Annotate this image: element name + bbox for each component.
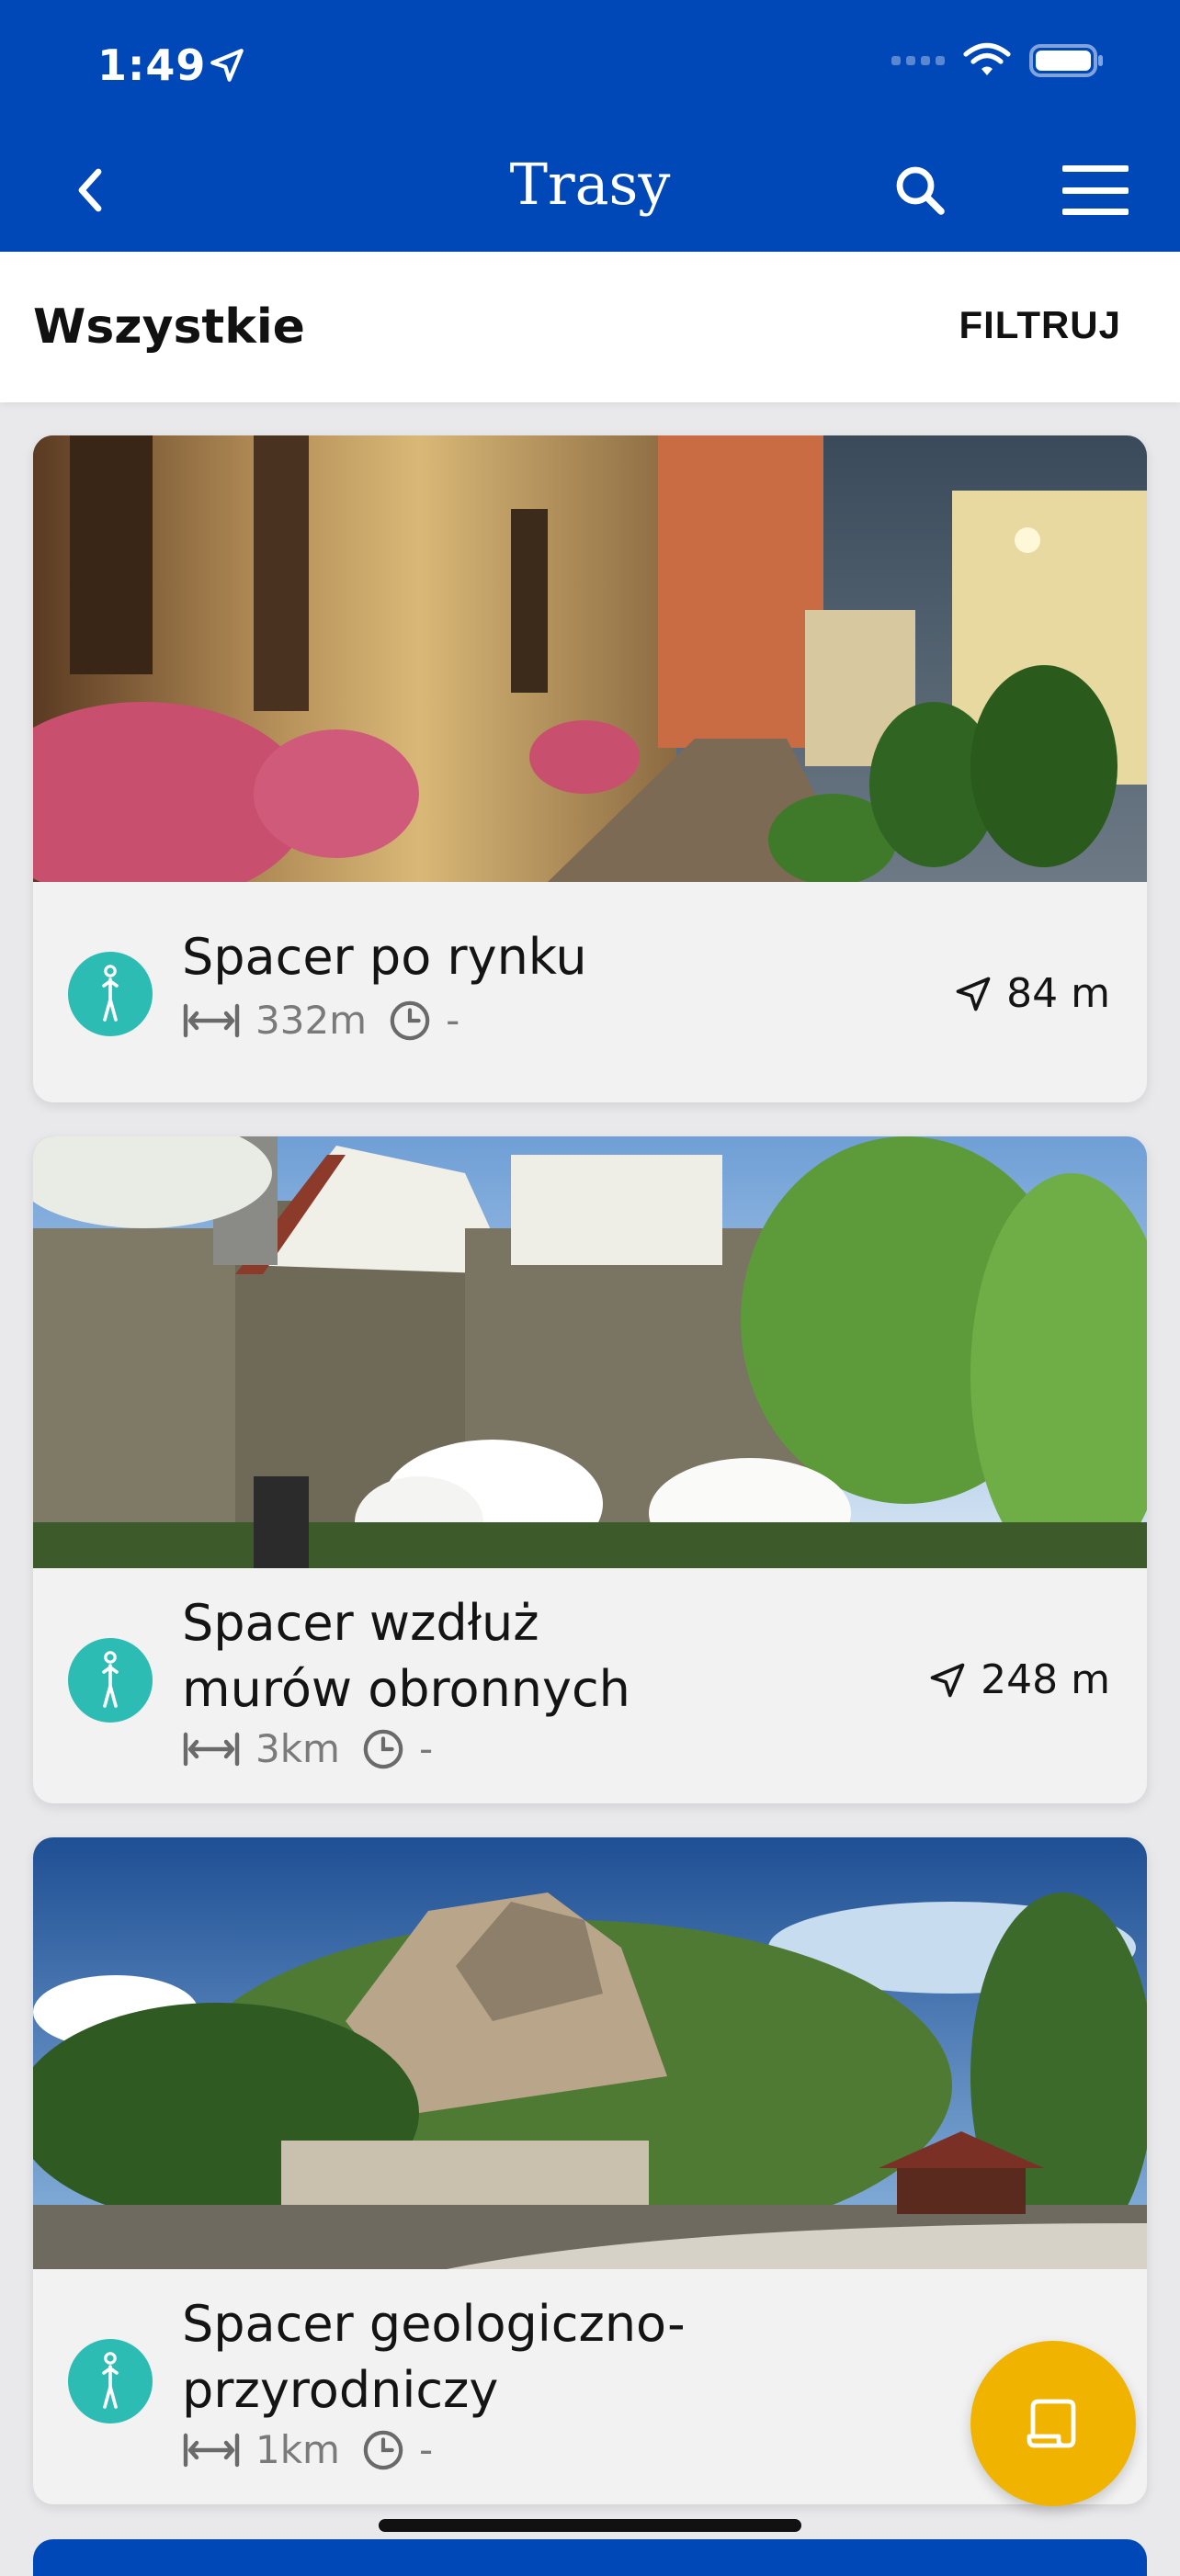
menu-button[interactable] [1062,165,1129,215]
app-header: 1:49 Trasy [0,0,1180,252]
hamburger-icon [1062,165,1129,172]
filter-button[interactable]: FILTRUJ [959,303,1121,347]
route-meta: 1km - [182,2427,433,2472]
cellular-signal-icon [891,56,945,65]
route-distance: 248 m [927,1656,1110,1703]
navigation-arrow-icon [956,977,991,1011]
route-title-line: przyrodniczy [182,2361,499,2419]
route-image [33,435,1147,882]
route-title-line: Spacer geologiczno- [182,2295,686,2353]
route-card[interactable]: Spacer wzdłuż murów obronnych 3km - 248 … [33,1136,1147,1803]
location-arrow-icon [210,49,244,82]
route-duration: - [418,1726,434,1771]
home-indicator [379,2519,801,2532]
route-distance: 84 m [953,970,1110,1017]
walking-route-badge [68,1638,153,1723]
route-title: Spacer wzdłuż murów obronnych [182,1590,880,1723]
route-length: 3km [255,1726,340,1771]
tab-all-routes[interactable]: Wszystkie [33,299,305,355]
walking-person-icon [102,965,119,1022]
route-card-partial[interactable] [33,2539,1147,2576]
guide-fab-button[interactable] [970,2341,1136,2506]
route-info: Spacer wzdłuż murów obronnych 3km - 248 … [33,1568,1147,1803]
route-card[interactable]: Spacer po rynku 332m - 84 m [33,435,1147,1102]
page-title: Trasy [509,151,671,218]
route-duration: - [446,998,460,1043]
clock-icon [390,1000,430,1040]
route-title: Spacer po rynku [182,928,587,986]
walking-route-badge [68,952,153,1036]
route-title: Spacer geologiczno- przyrodniczy [182,2291,880,2423]
wifi-icon [963,42,1011,75]
route-image [33,1136,1147,1568]
route-image [33,1837,1147,2269]
route-meta: 332m - [182,998,460,1043]
route-length-icon [183,2433,240,2467]
route-length-icon [183,1003,240,1037]
battery-icon [1029,44,1103,77]
search-button[interactable] [890,160,950,220]
walking-route-badge [68,2339,153,2423]
navigation-arrow-icon [930,1663,965,1697]
distance-value: 248 m [981,1656,1110,1703]
scroll-guide-icon [1027,2399,1076,2448]
route-title-line: Spacer wzdłuż [182,1594,539,1652]
search-icon [896,166,945,215]
status-indicators [891,42,1105,79]
route-length-icon [183,1732,240,1766]
route-info: Spacer po rynku 332m - 84 m [33,882,1147,1102]
clock-icon [363,1729,403,1768]
walking-person-icon [102,1651,119,1708]
filter-bar: Wszystkie FILTRUJ [0,252,1180,402]
route-length: 1km [255,2427,340,2472]
clock-icon [363,2430,403,2469]
status-time: 1:49 [97,40,207,90]
distance-value: 84 m [1006,970,1110,1017]
route-duration: - [418,2427,434,2472]
route-title-line: murów obronnych [182,1660,630,1718]
walking-person-icon [102,2352,119,2409]
route-meta: 3km - [182,1726,433,1771]
route-length: 332m [255,998,368,1043]
